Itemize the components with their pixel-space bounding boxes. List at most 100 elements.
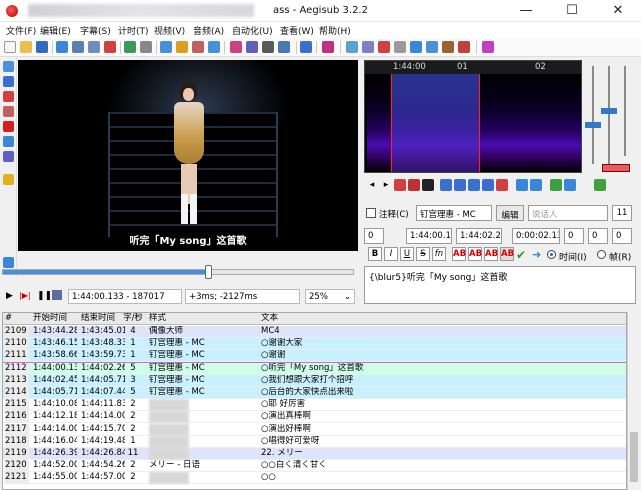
grid-row[interactable]: 2112 1:44:00.13 1:44:02.26 5 钉宫理惠 - MC ○听完「My… xyxy=(3,361,626,376)
play-icon[interactable]: ▶ xyxy=(6,291,13,301)
volume-thumb[interactable] xyxy=(602,164,630,172)
grid-row[interactable]: 2121 1:44:55.00 1:44:57.00 2 ○○ xyxy=(3,472,626,485)
margin-right-field[interactable]: 0 xyxy=(588,228,608,244)
timing-postprocess-icon[interactable] xyxy=(246,41,258,53)
grid-row[interactable]: 2110 1:43:46.15 1:43:48.33 1 钉宫理惠 - MC ○谢谢大家 xyxy=(3,338,626,351)
find-icon[interactable] xyxy=(72,41,84,53)
video-seek-slider[interactable] xyxy=(2,265,354,279)
vertical-zoom-thumb[interactable] xyxy=(601,108,617,114)
rotate-xy-icon[interactable] xyxy=(3,106,14,117)
volume-track[interactable] xyxy=(624,66,626,156)
margin-field[interactable]: 11 xyxy=(612,205,632,221)
tool-8-icon[interactable] xyxy=(458,41,470,53)
grid-row[interactable]: 2118 1:44:16.04 1:44:19.48 1 ○唱得好可爱呀 xyxy=(3,435,626,448)
end-marker[interactable] xyxy=(479,74,480,172)
outline-color-button[interactable]: AB xyxy=(484,247,498,261)
strikeout-button[interactable]: S xyxy=(416,247,430,261)
start-marker[interactable] xyxy=(391,74,392,172)
start-time-field[interactable]: 1:44:00.13 xyxy=(406,228,452,244)
replace-icon[interactable] xyxy=(88,41,100,53)
end-time-field[interactable]: 1:44:02.26 xyxy=(456,228,502,244)
pause-icon[interactable]: ❚❚ xyxy=(37,291,52,301)
maximize-button[interactable]: ☐ xyxy=(549,0,595,22)
vertical-zoom-track[interactable] xyxy=(608,66,610,164)
grid-row[interactable]: 2111 1:43:58.66 1:43:59.73 1 钉宫理惠 - MC ○谢谢 xyxy=(3,350,626,363)
help-icon[interactable] xyxy=(3,174,14,185)
grid-row[interactable]: 2120 1:44:52.00 1:44:54.26 2 メリー - 日语 ○○白く清く甘… xyxy=(3,460,626,473)
vector-clip-icon[interactable] xyxy=(3,151,14,162)
menu-view[interactable]: 查看(W) xyxy=(280,24,314,37)
menu-subtitle[interactable]: 字幕(S) xyxy=(80,24,111,37)
menu-timing[interactable]: 计时(T) xyxy=(118,24,149,37)
styling-assistant-icon[interactable] xyxy=(176,41,188,53)
menu-automation[interactable]: 自动化(U) xyxy=(232,24,273,37)
margin-left-field[interactable]: 0 xyxy=(564,228,584,244)
actor-input[interactable]: 说话人 xyxy=(528,205,608,221)
pause-audio-icon[interactable] xyxy=(422,179,434,191)
grid-row[interactable]: 2109 1:43:44.28 1:43:45.01 4 偶像大师 MC4 xyxy=(3,326,626,338)
grid-row[interactable]: 2119 1:44:26.39 1:44:26.84 11 22. メリー xyxy=(3,448,626,460)
style-select[interactable]: 钉宫理惠 - MC xyxy=(416,205,492,221)
close-button[interactable]: ✕ xyxy=(595,0,641,22)
prev-line-icon[interactable]: ◂ xyxy=(366,179,378,191)
menu-audio[interactable]: 音频(A) xyxy=(193,24,224,37)
video-time-field[interactable]: 1:44:00.133 - 187017 xyxy=(68,289,182,304)
minimize-button[interactable]: — xyxy=(503,0,549,22)
new-file-icon[interactable] xyxy=(4,41,16,53)
play-after-icon[interactable] xyxy=(482,179,494,191)
tool-5-icon[interactable] xyxy=(410,41,422,53)
edit-style-button[interactable]: 编辑 xyxy=(496,205,524,221)
layer-field[interactable]: 0 xyxy=(364,228,384,244)
font-button[interactable]: fn xyxy=(432,247,446,261)
play-to-end-icon[interactable] xyxy=(496,179,508,191)
jump-video-icon[interactable] xyxy=(160,41,172,53)
properties-icon[interactable] xyxy=(124,41,136,53)
open-file-icon[interactable] xyxy=(20,41,32,53)
next-arrow-icon[interactable]: ➜ xyxy=(532,248,541,261)
scroll-thumb[interactable] xyxy=(630,432,638,482)
menu-file[interactable]: 文件(F) xyxy=(6,24,36,37)
save-icon[interactable] xyxy=(36,41,48,53)
options-icon[interactable] xyxy=(322,41,334,53)
spell-check-icon[interactable] xyxy=(278,41,290,53)
shift-times-icon[interactable] xyxy=(230,41,242,53)
time-radio[interactable] xyxy=(547,250,556,259)
styles-manager-icon[interactable] xyxy=(140,41,152,53)
grid-row[interactable]: 2113 1:44:02.45 1:44:05.71 3 钉宫理惠 - MC ○我们想跟大… xyxy=(3,374,626,387)
play-end-icon[interactable] xyxy=(468,179,480,191)
automation-icon[interactable] xyxy=(300,41,312,53)
video-display[interactable]: 听完「My song」这首歌 xyxy=(18,60,358,251)
primary-color-button[interactable]: AB xyxy=(452,247,466,261)
attachments-icon[interactable] xyxy=(56,41,68,53)
play-before-icon[interactable] xyxy=(440,179,452,191)
play-start-icon[interactable] xyxy=(454,179,466,191)
margin-vertical-field[interactable]: 0 xyxy=(612,228,632,244)
play-line-icon[interactable]: |▶| xyxy=(19,291,31,300)
menu-edit[interactable]: 编辑(E) xyxy=(40,24,71,37)
resample-icon[interactable] xyxy=(104,41,116,53)
grid-row[interactable]: 2115 1:44:10.08 1:44:11.83 2 ○耶 好厉害 xyxy=(3,399,626,412)
translation-icon[interactable] xyxy=(192,41,204,53)
subtitle-text-editor[interactable]: {\blur5}听完「My song」这首歌 xyxy=(364,266,636,304)
frame-radio[interactable] xyxy=(597,250,606,259)
horizontal-zoom-track[interactable] xyxy=(592,66,594,164)
tool-3-icon[interactable] xyxy=(378,41,390,53)
duration-field[interactable]: 0:00:02.13 xyxy=(512,228,560,244)
next-line-icon[interactable]: ▸ xyxy=(380,179,392,191)
menu-video[interactable]: 视频(V) xyxy=(154,24,185,37)
volume-icon[interactable] xyxy=(3,257,14,268)
commit-check-icon[interactable]: ✔ xyxy=(516,248,526,262)
italic-button[interactable]: I xyxy=(384,247,398,261)
tool-6-icon[interactable] xyxy=(426,41,438,53)
drag-tool-icon[interactable] xyxy=(3,76,14,87)
comment-checkbox[interactable] xyxy=(366,208,376,218)
kanji-timer-icon[interactable] xyxy=(262,41,274,53)
auto-commit-icon[interactable] xyxy=(594,179,606,191)
grid-row[interactable]: 2117 1:44:14.00 1:44:15.70 2 ○演出好棒啊 xyxy=(3,423,626,436)
secondary-color-button[interactable]: AB xyxy=(468,247,482,261)
shadow-color-button[interactable]: AB xyxy=(500,247,514,261)
tool-9-icon[interactable] xyxy=(482,41,494,53)
tool-4-icon[interactable] xyxy=(394,41,406,53)
leadout-icon[interactable] xyxy=(530,179,542,191)
horizontal-zoom-thumb[interactable] xyxy=(585,122,601,128)
